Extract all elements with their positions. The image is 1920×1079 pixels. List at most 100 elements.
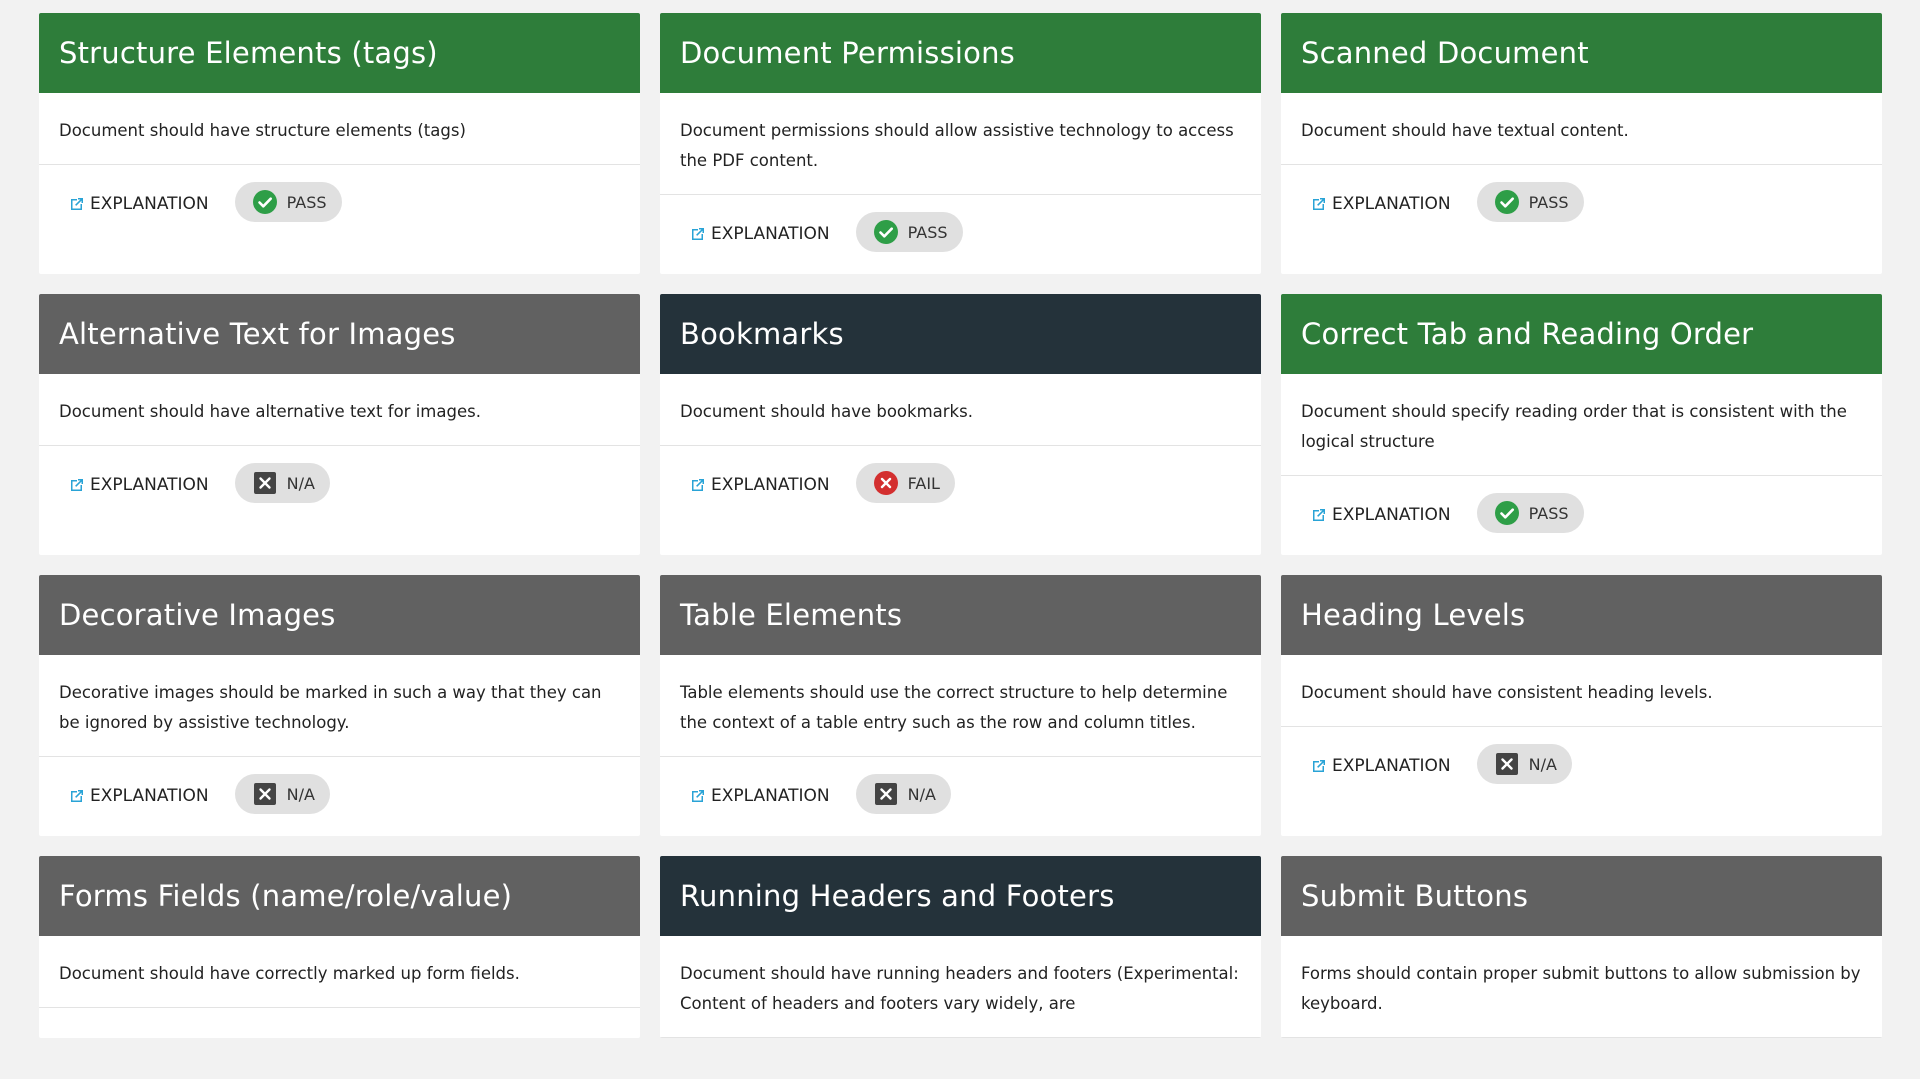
card-description: Document should have running headers and…	[660, 936, 1261, 1038]
card-title: Alternative Text for Images	[39, 294, 640, 374]
check-card-form-fields: Forms Fields (name/role/value) Document …	[39, 856, 640, 1038]
check-circle-icon	[873, 219, 899, 245]
card-title: Correct Tab and Reading Order	[1281, 294, 1882, 374]
card-description: Document should have consistent heading …	[1281, 655, 1882, 727]
explanation-label: EXPLANATION	[711, 224, 830, 244]
explanation-label: EXPLANATION	[1332, 505, 1451, 525]
card-title: Table Elements	[660, 575, 1261, 655]
check-card-table-elements: Table Elements Table elements should use…	[660, 575, 1261, 836]
x-circle-icon	[873, 470, 899, 496]
status-label: N/A	[286, 473, 315, 493]
check-card-decorative-images: Decorative Images Decorative images shou…	[39, 575, 640, 836]
card-description: Document should have bookmarks.	[660, 374, 1261, 446]
external-link-icon	[1313, 509, 1325, 521]
check-card-document-permissions: Document Permissions Document permission…	[660, 13, 1261, 274]
card-footer: EXPLANATION N/A	[1281, 727, 1882, 836]
card-description: Document should have correctly marked up…	[39, 936, 640, 1008]
card-description: Document should have structure elements …	[39, 93, 640, 165]
check-circle-icon	[252, 189, 278, 215]
status-badge: FAIL	[855, 463, 955, 503]
explanation-link[interactable]: EXPLANATION	[1311, 505, 1451, 525]
check-card-structure-elements: Structure Elements (tags) Document shoul…	[39, 13, 640, 274]
card-footer: EXPLANATION PASS	[1281, 165, 1882, 274]
status-label: PASS	[1528, 192, 1569, 212]
card-title: Document Permissions	[660, 13, 1261, 93]
card-title: Bookmarks	[660, 294, 1261, 374]
explanation-link[interactable]: EXPLANATION	[69, 786, 209, 806]
check-card-running-headers: Running Headers and Footers Document sho…	[660, 856, 1261, 1038]
explanation-link[interactable]: EXPLANATION	[690, 475, 830, 495]
external-link-icon	[1313, 760, 1325, 772]
x-square-icon	[1494, 751, 1520, 777]
status-badge: N/A	[234, 774, 330, 814]
card-description: Document should have textual content.	[1281, 93, 1882, 165]
explanation-label: EXPLANATION	[711, 475, 830, 495]
card-title: Scanned Document	[1281, 13, 1882, 93]
card-description: Table elements should use the correct st…	[660, 655, 1261, 757]
card-footer: EXPLANATION PASS	[39, 165, 640, 274]
status-badge: N/A	[234, 463, 330, 503]
card-title: Decorative Images	[39, 575, 640, 655]
status-label: PASS	[286, 192, 327, 212]
explanation-link[interactable]: EXPLANATION	[1311, 194, 1451, 214]
explanation-label: EXPLANATION	[711, 786, 830, 806]
card-title: Structure Elements (tags)	[39, 13, 640, 93]
card-footer: EXPLANATION N/A	[660, 757, 1261, 836]
card-title: Forms Fields (name/role/value)	[39, 856, 640, 936]
status-badge: PASS	[234, 182, 342, 222]
card-description: Decorative images should be marked in su…	[39, 655, 640, 757]
status-badge: N/A	[855, 774, 951, 814]
explanation-link[interactable]: EXPLANATION	[1311, 756, 1451, 776]
card-footer: EXPLANATION FAIL	[660, 446, 1261, 555]
explanation-label: EXPLANATION	[90, 194, 209, 214]
external-link-icon	[71, 198, 83, 210]
card-footer: EXPLANATION PASS	[660, 195, 1261, 274]
card-footer: EXPLANATION PASS	[1281, 476, 1882, 555]
check-card-heading-levels: Heading Levels Document should have cons…	[1281, 575, 1882, 836]
status-badge: N/A	[1476, 744, 1572, 784]
x-square-icon	[252, 470, 278, 496]
check-card-scanned-document: Scanned Document Document should have te…	[1281, 13, 1882, 274]
checks-grid: Structure Elements (tags) Document shoul…	[39, 13, 1882, 1038]
status-badge: PASS	[855, 212, 963, 252]
explanation-link[interactable]: EXPLANATION	[690, 224, 830, 244]
status-label: N/A	[1528, 754, 1557, 774]
external-link-icon	[692, 228, 704, 240]
card-footer: EXPLANATION N/A	[39, 446, 640, 555]
explanation-label: EXPLANATION	[90, 475, 209, 495]
explanation-label: EXPLANATION	[1332, 756, 1451, 776]
card-description: Document should specify reading order th…	[1281, 374, 1882, 476]
check-card-alternative-text: Alternative Text for Images Document sho…	[39, 294, 640, 555]
external-link-icon	[71, 790, 83, 802]
card-title: Submit Buttons	[1281, 856, 1882, 936]
status-label: FAIL	[907, 473, 940, 493]
status-label: N/A	[286, 784, 315, 804]
status-label: PASS	[1528, 503, 1569, 523]
explanation-label: EXPLANATION	[90, 786, 209, 806]
status-badge: PASS	[1476, 182, 1584, 222]
status-label: PASS	[907, 222, 948, 242]
card-description: Document should have alternative text fo…	[39, 374, 640, 446]
status-badge: PASS	[1476, 493, 1584, 533]
external-link-icon	[1313, 198, 1325, 210]
external-link-icon	[71, 479, 83, 491]
external-link-icon	[692, 479, 704, 491]
card-title: Heading Levels	[1281, 575, 1882, 655]
x-square-icon	[252, 781, 278, 807]
explanation-link[interactable]: EXPLANATION	[69, 475, 209, 495]
x-square-icon	[873, 781, 899, 807]
check-circle-icon	[1494, 189, 1520, 215]
card-title: Running Headers and Footers	[660, 856, 1261, 936]
explanation-link[interactable]: EXPLANATION	[690, 786, 830, 806]
card-description: Document permissions should allow assist…	[660, 93, 1261, 195]
explanation-link[interactable]: EXPLANATION	[69, 194, 209, 214]
explanation-label: EXPLANATION	[1332, 194, 1451, 214]
external-link-icon	[692, 790, 704, 802]
check-card-bookmarks: Bookmarks Document should have bookmarks…	[660, 294, 1261, 555]
check-card-submit-buttons: Submit Buttons Forms should contain prop…	[1281, 856, 1882, 1038]
card-description: Forms should contain proper submit butto…	[1281, 936, 1882, 1038]
status-label: N/A	[907, 784, 936, 804]
check-circle-icon	[1494, 500, 1520, 526]
check-card-tab-reading-order: Correct Tab and Reading Order Document s…	[1281, 294, 1882, 555]
card-footer: EXPLANATION N/A	[39, 757, 640, 836]
